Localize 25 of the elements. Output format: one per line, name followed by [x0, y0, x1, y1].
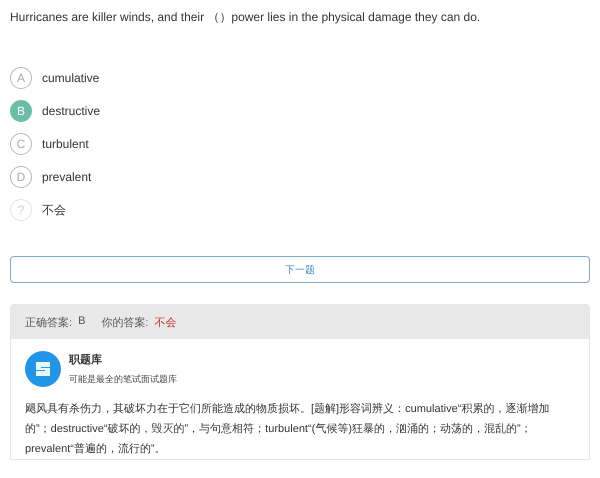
explanation-text: 飓风具有杀伤力，其破坏力在于它们所能造成的物质损坏。[题解]形容词辨义：cumulative“积累的，逐渐增加的”；destructive“破坏的，毁灭的”，与句意相符；turbulent“(气候等)狂暴的，汹涌的；动荡的，混乱的”；prevalent“普遍的，流行的”。: [25, 402, 550, 457]
option-letter: D: [10, 166, 32, 188]
your-answer-label: 你的答案:: [101, 316, 148, 330]
answer-option[interactable]: ? 不会: [10, 199, 590, 221]
option-text: 不会: [42, 202, 66, 218]
your-answer-value: 不会: [154, 316, 176, 330]
source-tagline: 可能是最全的笔试面试题库: [69, 373, 177, 386]
option-text: prevalent: [42, 170, 92, 184]
logo-icon: [25, 351, 61, 387]
answer-option[interactable]: A cumulative: [10, 67, 590, 89]
option-text: destructive: [42, 104, 100, 118]
answer-option[interactable]: D prevalent: [10, 166, 590, 188]
correct-answer-label: 正确答案:: [25, 316, 72, 330]
question-mark-icon: ?: [10, 199, 32, 221]
answer-option[interactable]: C turbulent: [10, 133, 590, 155]
correct-answer-value: B: [78, 314, 86, 328]
option-letter: C: [10, 133, 32, 155]
next-button[interactable]: 下一题: [10, 256, 590, 283]
answer-option[interactable]: B destructive: [10, 100, 590, 122]
question-text: Hurricanes are killer winds, and their （）power lies in the physical damage they can do.: [10, 9, 482, 25]
option-letter: A: [10, 67, 32, 89]
option-text: cumulative: [42, 71, 100, 85]
option-letter: B: [10, 100, 32, 122]
source-name: 职题库: [69, 352, 103, 367]
option-text: turbulent: [42, 137, 89, 151]
